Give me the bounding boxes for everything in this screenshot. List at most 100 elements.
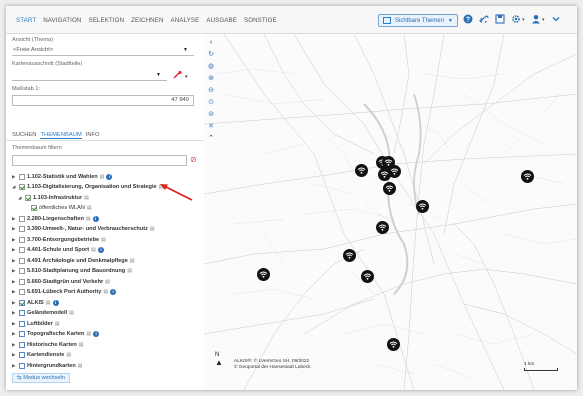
tree-checkbox[interactable]	[19, 236, 25, 243]
collapsed-arrow-icon[interactable]: ▶	[12, 321, 17, 327]
tab-themenbaum[interactable]: THEMENBAUM	[40, 132, 82, 139]
zoom-in-icon[interactable]: ⊕	[208, 75, 214, 82]
refresh-icon[interactable]: ↻	[208, 51, 214, 58]
document-icon[interactable]: ▤	[127, 268, 132, 274]
tree-item[interactable]: ◢ 1.103-Infrastruktur ▤	[18, 193, 89, 202]
collapsed-arrow-icon[interactable]: ▶	[12, 363, 17, 369]
tree-checkbox[interactable]	[19, 184, 25, 190]
collapsed-arrow-icon[interactable]: ▶	[12, 279, 17, 285]
pick-location-icon[interactable]: ▾	[172, 70, 190, 80]
document-icon[interactable]: ▤	[79, 342, 84, 348]
menu-navigation[interactable]: NAVIGATION	[43, 17, 81, 24]
tree-item[interactable]: ▶ Kartendienste ▤	[12, 351, 71, 360]
clear-filter-icon[interactable]: ⊘	[190, 155, 197, 164]
collapsed-arrow-icon[interactable]: ▶	[12, 226, 17, 232]
menu-start[interactable]: START	[16, 17, 36, 24]
expanded-arrow-icon[interactable]: ◢	[18, 195, 23, 201]
info-icon[interactable]: i	[92, 215, 99, 222]
collapsed-arrow-icon[interactable]: ▶	[12, 331, 17, 337]
collapsed-arrow-icon[interactable]: ▶	[12, 237, 17, 243]
tree-item[interactable]: ▶ Historische Karten ▤	[12, 340, 83, 349]
tree-item[interactable]: ▶ 3.700-Entsorgungsbetriebe ▤	[12, 235, 106, 244]
collapse-panel-icon[interactable]: ‹	[210, 39, 212, 46]
tree-checkbox[interactable]	[19, 352, 25, 358]
document-icon[interactable]: ▤	[130, 258, 135, 264]
document-icon[interactable]: ▤	[87, 205, 92, 211]
document-icon[interactable]: ▤	[91, 247, 96, 253]
menu-sonstige[interactable]: SONSTIGE	[244, 17, 277, 24]
collapsed-arrow-icon[interactable]: ▶	[12, 310, 17, 316]
wlan-marker-icon[interactable]	[256, 267, 270, 281]
tree-checkbox[interactable]	[19, 320, 25, 327]
expanded-arrow-icon[interactable]: ◢	[12, 184, 17, 190]
wlan-marker-icon[interactable]	[342, 248, 356, 262]
document-icon[interactable]: ▤	[150, 226, 155, 232]
tree-item[interactable]: ◢ 1.103-Digitalisierung, Organisation und…	[12, 183, 163, 192]
document-icon[interactable]: ▤	[103, 289, 108, 295]
menu-ausgabe[interactable]: AUSGABE	[206, 17, 237, 24]
collapsed-arrow-icon[interactable]: ▶	[12, 342, 17, 348]
menu-selektion[interactable]: SELEKTION	[88, 17, 124, 24]
document-icon[interactable]: ▤	[84, 195, 89, 201]
menu-zeichnen[interactable]: ZEICHNEN	[131, 17, 163, 24]
zoom-previous-icon[interactable]: ⊙	[208, 99, 214, 106]
wlan-marker-icon[interactable]	[377, 167, 391, 181]
wlan-marker-icon[interactable]	[386, 337, 400, 351]
document-icon[interactable]: ▤	[78, 363, 83, 369]
help-icon[interactable]: ?	[463, 14, 473, 24]
wlan-marker-icon[interactable]	[520, 169, 534, 183]
tree-item[interactable]: ▶ 5.660-Stadtgrün und Verkehr ▤	[12, 277, 110, 286]
tree-checkbox[interactable]	[19, 362, 25, 369]
tree-checkbox[interactable]	[19, 278, 25, 285]
user-icon[interactable]: ▾	[531, 14, 545, 24]
document-icon[interactable]: ▤	[66, 352, 71, 358]
document-icon[interactable]: ▤	[69, 310, 74, 316]
tab-info[interactable]: INFO	[86, 132, 100, 139]
tree-item[interactable]: ▶ 1.102-Statistik und Wahlen ▤ i	[12, 172, 113, 181]
ansicht-select[interactable]: <Freie Ansicht> ▼	[12, 46, 194, 56]
tree-checkbox[interactable]	[31, 205, 37, 211]
tree-item[interactable]: ▶ 4.491 Archäologie und Denkmalpflege ▤	[12, 256, 135, 265]
tree-item[interactable]: ▶ ALKIS ▤ i	[12, 298, 59, 307]
tree-item[interactable]: ▶ Luftbilder ▤	[12, 319, 60, 328]
scroll-up-icon[interactable]: ⌃	[208, 135, 214, 142]
document-icon[interactable]: ▤	[101, 237, 106, 243]
tree-item[interactable]: ▶ 5.691-Lübeck Port Authority ▤ i	[12, 288, 117, 297]
wlan-marker-icon[interactable]	[360, 269, 374, 283]
tree-item[interactable]: ▶ 3.390-Umwelt-, Natur- und Verbrauchersc…	[12, 225, 155, 234]
modus-wechseln-button[interactable]: ⇆ Modus wechseln	[12, 373, 70, 383]
collapsed-arrow-icon[interactable]: ▶	[12, 216, 17, 222]
collapsed-arrow-icon[interactable]: ▶	[12, 289, 17, 295]
settings-icon[interactable]: ▾	[511, 14, 525, 24]
info-icon[interactable]: i	[110, 289, 117, 295]
tree-checkbox[interactable]	[19, 247, 25, 253]
collapsed-arrow-icon[interactable]: ▶	[12, 174, 17, 180]
tree-checkbox[interactable]	[19, 173, 25, 180]
tree-item[interactable]: ▶ 2.280-Liegenschaften ▤ i	[12, 214, 99, 223]
tab-suchen[interactable]: SUCHEN	[12, 132, 36, 139]
tree-checkbox[interactable]	[19, 310, 25, 316]
document-icon[interactable]: ▤	[46, 300, 51, 306]
tree-checkbox[interactable]	[19, 226, 25, 232]
collapsed-arrow-icon[interactable]: ▶	[12, 247, 17, 253]
tree-checkbox[interactable]	[19, 215, 25, 222]
tree-checkbox[interactable]	[19, 289, 25, 295]
globe-icon[interactable]: ◍	[208, 63, 214, 70]
tree-item[interactable]: ▶ 5.610-Stadtplanung und Bauordnung ▤	[12, 267, 132, 276]
tree-item[interactable]: ▶ Geländemodell ▤	[12, 309, 74, 318]
zoom-out-icon[interactable]: ⊖	[208, 87, 214, 94]
menu-analyse[interactable]: ANALYSE	[171, 17, 200, 24]
tree-item[interactable]: ▶ Hintergrundkarten ▤	[12, 361, 83, 370]
document-icon[interactable]: ▤	[100, 174, 105, 180]
tree-checkbox[interactable]	[19, 299, 25, 306]
map-view[interactable]: ‹ ↻ ◍ ⊕ ⊖ ⊙ ⊘ ✕ ⌃ N ▲ ALKIS®: © LVermGeo…	[204, 34, 577, 390]
karten-select[interactable]: ▼	[12, 71, 167, 81]
document-icon[interactable]: ▤	[55, 321, 60, 327]
wlan-marker-icon[interactable]	[354, 163, 368, 177]
wlan-marker-icon[interactable]	[382, 181, 396, 195]
info-icon[interactable]: i	[97, 247, 104, 253]
tree-checkbox[interactable]	[19, 268, 25, 274]
collapsed-arrow-icon[interactable]: ▶	[12, 352, 17, 358]
document-icon[interactable]: ▤	[86, 331, 91, 337]
collapsed-arrow-icon[interactable]: ▶	[12, 300, 17, 306]
